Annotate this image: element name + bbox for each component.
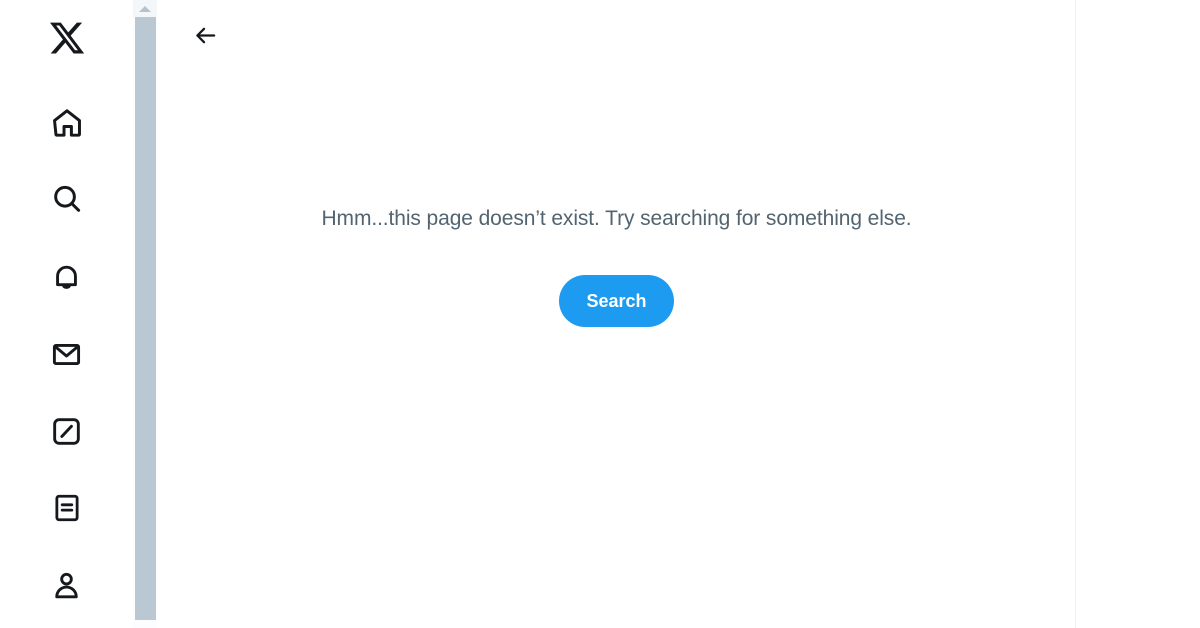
sidebar-item-grok[interactable] <box>0 404 133 458</box>
search-button[interactable]: Search <box>559 275 674 327</box>
sidebar-item-notifications[interactable] <box>0 250 133 304</box>
sidebar-item-profile[interactable] <box>0 558 133 612</box>
sidebar-item-explore[interactable] <box>0 172 133 226</box>
x-logo-icon <box>48 19 86 57</box>
primary-navigation-rail <box>0 0 133 628</box>
home-icon <box>50 106 84 140</box>
scroll-up-arrow-icon[interactable] <box>133 0 157 17</box>
sidebar-item-home[interactable] <box>0 96 133 150</box>
right-sidebar-column <box>1076 0 1200 628</box>
empty-state: Hmm...this page doesn’t exist. Try searc… <box>157 205 1076 327</box>
vertical-scrollbar[interactable] <box>133 0 157 628</box>
grok-slash-icon <box>50 415 83 448</box>
main-content: Hmm...this page doesn’t exist. Try searc… <box>157 0 1076 628</box>
sidebar-item-x-logo[interactable] <box>0 11 133 65</box>
back-button[interactable] <box>182 14 228 60</box>
empty-state-message: Hmm...this page doesn’t exist. Try searc… <box>321 207 912 230</box>
sidebar-item-lists[interactable] <box>0 481 133 535</box>
arrow-left-icon <box>193 23 218 51</box>
envelope-icon <box>50 338 83 371</box>
triangle-up-glyph <box>139 5 151 12</box>
lists-icon <box>51 492 83 524</box>
search-icon <box>50 182 84 216</box>
sidebar-item-messages[interactable] <box>0 327 133 381</box>
x-error-page: Hmm...this page doesn’t exist. Try searc… <box>0 0 1200 628</box>
bell-icon <box>50 261 83 294</box>
scrollbar-thumb[interactable] <box>135 17 156 620</box>
person-icon <box>50 569 83 602</box>
